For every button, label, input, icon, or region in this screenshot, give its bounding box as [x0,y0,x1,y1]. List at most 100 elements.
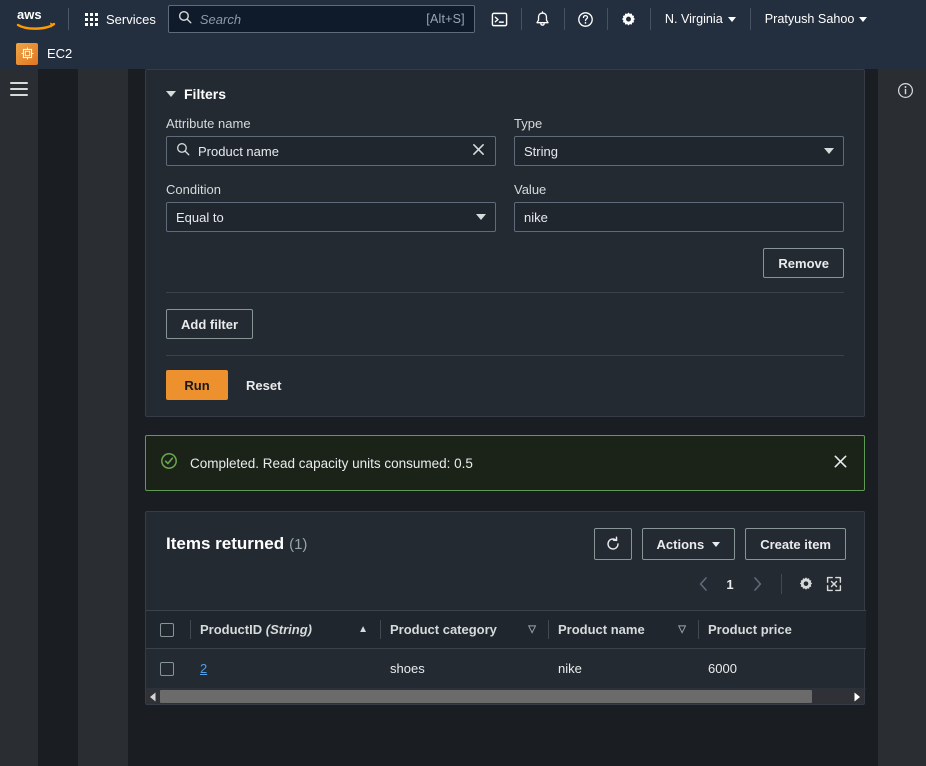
column-label-product-name: Product name [558,622,645,637]
service-name-label[interactable]: EC2 [47,46,72,61]
search-icon [178,10,192,29]
scroll-right-arrow-icon[interactable] [850,689,864,704]
value-input[interactable] [524,210,834,225]
account-menu[interactable]: Pratyush Sahoo [757,7,876,31]
divider [781,574,782,594]
sort-ascending-icon[interactable]: ▲ [358,624,368,635]
nav-icon-group [485,4,657,34]
right-rail-panel [878,69,926,766]
attribute-name-label: Attribute name [166,116,496,131]
chevron-right-icon[interactable] [745,572,769,596]
items-header-actions: Actions Create item [594,528,846,560]
filters-section-toggle[interactable]: Filters [166,70,844,116]
backdrop-band-f [865,69,878,766]
create-item-button[interactable]: Create item [745,528,846,560]
reset-button[interactable]: Reset [236,370,291,400]
chevron-down-icon [728,17,736,22]
select-all-checkbox[interactable] [160,623,174,637]
add-filter-row: Add filter [166,293,844,355]
left-nav-panel [0,69,38,766]
attribute-name-input[interactable] [198,144,471,159]
scroll-left-arrow-icon[interactable] [146,689,160,704]
help-question-icon[interactable] [571,4,601,34]
column-label-productid: ProductID (String) [200,622,312,637]
region-label: N. Virginia [665,12,723,26]
column-header-product-category[interactable]: Product category ▽ [380,611,548,649]
select-all-header [146,611,190,649]
notifications-bell-icon[interactable] [528,4,558,34]
column-header-productid[interactable]: ProductID (String) ▲ [190,611,380,649]
table-header-row: ProductID (String) ▲ Product category ▽ [146,611,866,649]
settings-gear-icon[interactable] [614,4,644,34]
global-search-box[interactable]: [Alt+S] [168,5,475,33]
info-circle-icon[interactable] [897,82,914,99]
column-header-product-name[interactable]: Product name ▽ [548,611,698,649]
chevron-down-icon [712,542,720,547]
run-button[interactable]: Run [166,370,228,400]
alert-message: Completed. Read capacity units consumed:… [190,456,833,471]
service-breadcrumb-bar: EC2 [0,38,926,69]
actions-dropdown-button[interactable]: Actions [642,528,736,560]
cell-product-price: 6000 [698,649,866,689]
cell-product-name: nike [548,649,698,689]
type-label: Type [514,116,844,131]
value-label: Value [514,182,844,197]
type-group: Type String [514,116,844,166]
clear-x-icon[interactable] [471,143,486,159]
table-row[interactable]: 2 shoes nike 6000 [146,649,866,689]
add-filter-button[interactable]: Add filter [166,309,253,339]
aws-logo[interactable]: aws [14,0,58,38]
chevron-left-icon[interactable] [691,572,715,596]
nav-divider [68,8,69,30]
condition-selected-value: Equal to [176,210,476,225]
column-header-product-price[interactable]: Product price [698,611,866,649]
items-count: (1) [289,536,307,553]
column-label-product-price: Product price [708,622,792,637]
filter-row-1: Attribute name [166,116,844,166]
filter-row-2: Condition Equal to Value [166,182,844,232]
backdrop-band-d [128,69,145,766]
productid-link[interactable]: 2 [200,661,207,676]
value-field[interactable] [514,202,844,232]
remove-filter-button[interactable]: Remove [763,248,844,278]
type-select[interactable]: String [514,136,844,166]
region-selector[interactable]: N. Virginia [657,7,744,31]
expand-fullscreen-icon[interactable] [822,572,846,596]
column-label-product-category: Product category [390,622,497,637]
items-pagination-bar: 1 [146,560,864,610]
attribute-name-group: Attribute name [166,116,496,166]
nav-sep [750,8,751,30]
hamburger-menu-icon[interactable] [10,82,28,96]
close-x-icon[interactable] [833,454,848,472]
preferences-gear-icon[interactable] [794,572,818,596]
scrollbar-thumb[interactable] [160,690,812,703]
chevron-down-icon [859,17,867,22]
status-alert: Completed. Read capacity units consumed:… [145,435,865,491]
filters-panel: Filters Attribute name [145,69,865,417]
chevron-down-icon [824,148,834,154]
cell-product-category: shoes [380,649,548,689]
row-select-cell [146,649,190,689]
search-input[interactable] [200,12,426,27]
grid-apps-icon [85,13,98,26]
filters-title: Filters [184,86,226,102]
cell-productid: 2 [190,649,380,689]
nav-sep [650,8,651,30]
refresh-icon[interactable] [594,528,632,560]
ec2-icon [16,43,38,65]
sort-icon[interactable]: ▽ [528,624,536,635]
items-table: ProductID (String) ▲ Product category ▽ [146,610,866,689]
top-navigation-bar: aws Services [Alt+S] [0,0,926,38]
pagination-page-1[interactable]: 1 [719,572,741,596]
table-horizontal-scrollbar[interactable] [146,689,864,704]
scrollbar-track[interactable] [160,689,850,704]
sort-icon[interactable]: ▽ [678,624,686,635]
main-content: Filters Attribute name [145,69,865,766]
value-group: Value [514,182,844,232]
row-checkbox[interactable] [160,662,174,676]
attribute-name-field[interactable] [166,136,496,166]
condition-select[interactable]: Equal to [166,202,496,232]
services-menu-button[interactable]: Services [79,7,162,32]
cloudshell-icon[interactable] [485,4,515,34]
nav-sep [521,8,522,30]
